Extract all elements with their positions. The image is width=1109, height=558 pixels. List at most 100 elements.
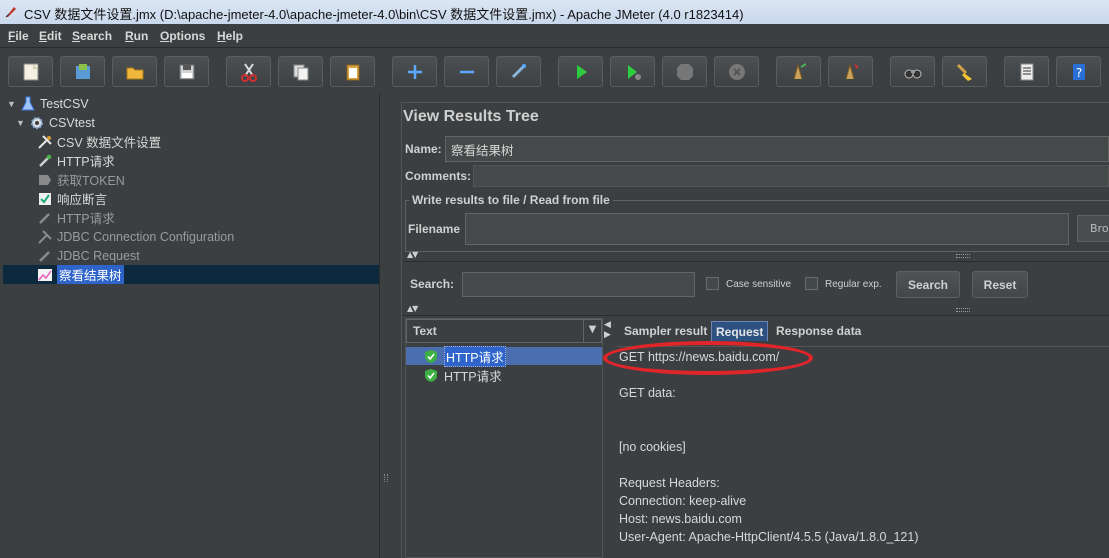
- tree-node-csv-config[interactable]: CSV 数据文件设置: [36, 132, 161, 151]
- stop-icon: [676, 63, 693, 80]
- comments-field[interactable]: [473, 165, 1109, 187]
- cookies-line: [no cookies]: [619, 440, 686, 454]
- tree-node-jdbc-config[interactable]: JDBC Connection Configuration: [36, 227, 234, 246]
- view-results-tree-panel: View Results Tree Name: 察看结果树 Comments: …: [393, 94, 1109, 558]
- name-field[interactable]: 察看结果树: [445, 136, 1109, 162]
- collapse-arrow-icon[interactable]: ▼: [7, 99, 19, 109]
- filename-label: Filename: [408, 222, 461, 236]
- toggle-icon: [511, 63, 526, 78]
- paste-button[interactable]: [330, 56, 375, 87]
- tree-node-csvtest[interactable]: ▼ CSVtest: [16, 113, 95, 132]
- start-no-pauses-icon: [627, 64, 641, 80]
- remote-start-icon: [793, 62, 807, 79]
- cut-icon: [240, 62, 257, 82]
- remote-stop-button[interactable]: [828, 56, 873, 87]
- menu-options[interactable]: Options: [160, 29, 205, 43]
- search-label: Search:: [410, 277, 455, 291]
- split-arrows-icon[interactable]: ▲▼: [407, 304, 418, 313]
- divider-grip[interactable]: [956, 254, 970, 258]
- tree-node-label: HTTP请求: [57, 155, 115, 169]
- menu-run[interactable]: Run: [125, 29, 148, 43]
- reset-button[interactable]: Reset: [972, 271, 1028, 298]
- header-host: Host: news.baidu.com: [619, 512, 742, 526]
- start-no-pauses-button[interactable]: [610, 56, 655, 87]
- config-wrench-icon: [36, 229, 54, 245]
- menu-file[interactable]: File: [8, 29, 29, 43]
- menu-search[interactable]: Search: [72, 29, 112, 43]
- open-button[interactable]: [112, 56, 157, 87]
- copy-button[interactable]: [278, 56, 323, 87]
- filename-field[interactable]: [465, 213, 1069, 245]
- tree-node-view-results-tree[interactable]: 察看结果树: [3, 265, 379, 284]
- toggle-button[interactable]: [496, 56, 541, 87]
- tree-node-response-assertion[interactable]: 响应断言: [36, 189, 107, 208]
- tree-node-label: CSVtest: [49, 115, 95, 130]
- renderer-select[interactable]: Text ▼: [406, 319, 602, 343]
- tree-node-label: JDBC Request: [57, 248, 140, 263]
- function-helper-button[interactable]: [1004, 56, 1049, 87]
- panel-splitter[interactable]: [381, 94, 391, 558]
- svg-text:?: ?: [1075, 66, 1081, 80]
- templates-button[interactable]: [60, 56, 105, 87]
- browse-button[interactable]: Browse...: [1077, 215, 1109, 242]
- tree-node-get-token[interactable]: 获取TOKEN: [36, 170, 125, 189]
- success-shield-icon: [425, 368, 437, 382]
- tab-request[interactable]: Request: [711, 321, 769, 341]
- result-item[interactable]: HTTP请求: [424, 366, 502, 384]
- window-title-bar: CSV 数据文件设置.jmx (D:\apache-jmeter-4.0\apa…: [0, 0, 1109, 24]
- shutdown-button[interactable]: [714, 56, 759, 87]
- tree-node-label: CSV 数据文件设置: [57, 136, 162, 150]
- case-sensitive-checkbox[interactable]: [706, 277, 719, 290]
- search-binoculars-icon: [904, 69, 921, 78]
- tree-node-http-request-2[interactable]: HTTP请求: [36, 208, 115, 227]
- cut-button[interactable]: [226, 56, 271, 87]
- new-button[interactable]: [8, 56, 53, 87]
- remote-start-button[interactable]: [776, 56, 821, 87]
- menu-help[interactable]: Help: [217, 29, 243, 43]
- divider-line: [403, 261, 1109, 262]
- stop-button[interactable]: [662, 56, 707, 87]
- help-icon: ?: [1072, 63, 1085, 80]
- help-button[interactable]: ?: [1056, 56, 1101, 87]
- save-button[interactable]: [164, 56, 209, 87]
- paste-icon: [346, 64, 359, 80]
- start-button[interactable]: [558, 56, 603, 87]
- renderer-select-value: Text: [413, 324, 437, 338]
- jmeter-feather-icon: [5, 7, 16, 18]
- tab-response-data[interactable]: Response data: [772, 321, 865, 341]
- expand-all-button[interactable]: [392, 56, 437, 87]
- clear-broom-icon: [956, 63, 972, 81]
- clear-all-button[interactable]: [942, 56, 987, 87]
- tree-node-jdbc-request[interactable]: JDBC Request: [36, 246, 140, 265]
- write-results-group-title: Write results to file / Read from file: [409, 193, 613, 207]
- tab-sampler-result[interactable]: Sampler result: [620, 321, 711, 341]
- search-input[interactable]: [462, 272, 695, 297]
- collapse-all-button[interactable]: [444, 56, 489, 87]
- splitter-grip[interactable]: [384, 474, 388, 482]
- post-processor-icon: [36, 172, 54, 188]
- search-tree-button[interactable]: [890, 56, 935, 87]
- toolbar: ?: [0, 50, 1109, 94]
- tree-node-testcsv[interactable]: ▼ TestCSV: [7, 94, 89, 113]
- collapse-arrow-icon[interactable]: ▼: [16, 118, 28, 128]
- listener-graph-icon: [36, 267, 54, 283]
- function-helper-icon: [1020, 63, 1033, 80]
- assertion-icon: [36, 191, 54, 207]
- divider-grip[interactable]: [956, 308, 970, 312]
- request-detail-text[interactable]: GET https://news.baidu.com/ GET data: [n…: [617, 346, 1109, 558]
- chevron-down-icon[interactable]: ▼: [583, 320, 601, 342]
- split-arrows-icon[interactable]: ◀ ▶: [604, 320, 611, 340]
- split-arrows-icon[interactable]: ▲▼: [407, 250, 418, 259]
- tree-node-http-request-1[interactable]: HTTP请求: [36, 151, 115, 170]
- menu-edit[interactable]: Edit: [39, 29, 62, 43]
- tree-node-label: JDBC Connection Configuration: [57, 229, 235, 244]
- tree-node-label: HTTP请求: [57, 212, 115, 226]
- case-sensitive-label: Case sensitive: [726, 279, 792, 290]
- regex-checkbox[interactable]: [805, 277, 818, 290]
- new-icon: [23, 63, 38, 80]
- result-item[interactable]: HTTP请求: [424, 345, 506, 367]
- name-label: Name:: [405, 142, 442, 156]
- search-button[interactable]: Search: [896, 271, 960, 298]
- start-icon: [576, 64, 587, 79]
- sampler-pipette-icon: [36, 248, 54, 264]
